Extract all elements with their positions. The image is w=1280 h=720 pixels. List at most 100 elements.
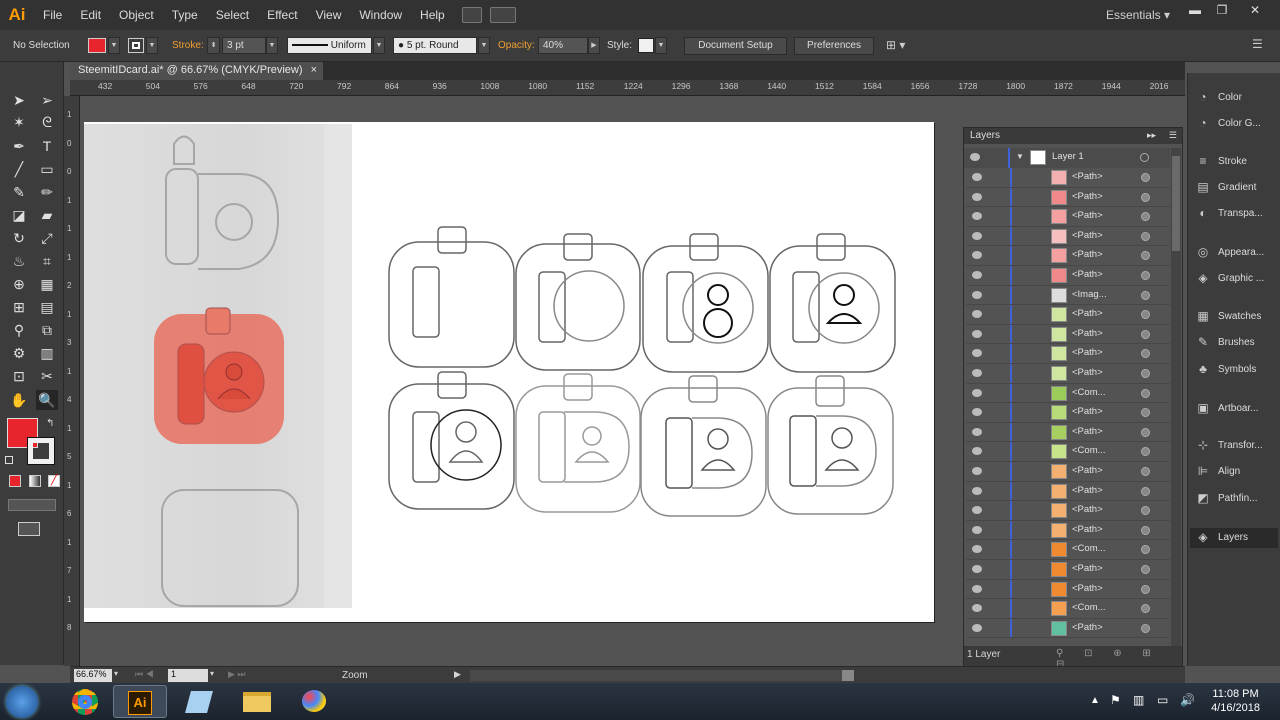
artboard[interactable]	[84, 122, 934, 622]
network-icon[interactable]: ▥	[1133, 693, 1144, 707]
target-icon[interactable]	[1141, 486, 1150, 496]
visibility-eye-icon[interactable]	[972, 388, 982, 397]
visibility-eye-icon[interactable]	[972, 173, 982, 181]
stroke-dropdown[interactable]: ▼	[146, 37, 158, 54]
perspective-grid-icon[interactable]: ▦	[36, 274, 58, 294]
symbol-sprayer-icon[interactable]: ⚙	[8, 343, 30, 363]
menu-edit[interactable]: Edit	[71, 0, 110, 30]
target-icon[interactable]	[1141, 369, 1150, 378]
stroke-weight-dropdown[interactable]: ▼	[266, 37, 278, 54]
layer-name[interactable]: <Imag...	[1072, 289, 1107, 300]
chrome-taskbar-icon[interactable]	[58, 685, 112, 718]
menu-type[interactable]: Type	[163, 0, 207, 30]
visibility-eye-icon[interactable]	[972, 310, 982, 319]
target-icon[interactable]	[1141, 388, 1150, 398]
rotate-tool-icon[interactable]: ↻	[8, 228, 30, 248]
horizontal-scroll-thumb[interactable]	[842, 670, 854, 681]
target-icon[interactable]	[1141, 427, 1150, 437]
type-tool-icon[interactable]: T	[36, 136, 58, 156]
visibility-eye-icon[interactable]	[970, 153, 980, 161]
target-icon[interactable]	[1141, 290, 1150, 300]
dock-transpa[interactable]: ◐ Transpa...	[1196, 204, 1280, 224]
layer-row[interactable]: <Com...	[966, 442, 1170, 462]
layer-name[interactable]: <Path>	[1072, 504, 1103, 515]
hand-tool-icon[interactable]: ✋	[8, 390, 30, 410]
visibility-eye-icon[interactable]	[972, 584, 982, 593]
lasso-icon[interactable]: ᘓ	[36, 112, 58, 132]
layer-name[interactable]: <Com...	[1072, 543, 1106, 554]
target-icon[interactable]	[1141, 408, 1150, 418]
target-icon[interactable]	[1141, 623, 1150, 633]
layer-row[interactable]: <Path>	[966, 226, 1170, 247]
restore-button[interactable]: ❐	[1210, 3, 1234, 19]
visibility-eye-icon[interactable]	[972, 525, 982, 534]
document-tab[interactable]: SteemitIDcard.ai* @ 66.67% (CMYK/Preview…	[70, 62, 323, 80]
dock-symbols[interactable]: ♣ Symbols	[1196, 360, 1280, 380]
visibility-eye-icon[interactable]	[972, 623, 982, 632]
selection-tool-icon[interactable]: ➤	[8, 90, 30, 110]
visibility-eye-icon[interactable]	[972, 369, 982, 377]
artboard-number-field[interactable]: 1	[168, 669, 208, 682]
target-icon[interactable]	[1141, 506, 1150, 516]
layer-row[interactable]: <Com...	[966, 599, 1170, 619]
expand-layer-icon[interactable]: ▼	[1016, 152, 1024, 161]
action-center-icon[interactable]: ⚑	[1110, 693, 1121, 707]
layer-row[interactable]: <Com...	[966, 540, 1170, 560]
dock-color-g[interactable]: ◔ Color G...	[1196, 114, 1280, 134]
artboard-tool-icon[interactable]: ⊡	[8, 366, 30, 386]
variable-width-profile[interactable]: Uniform	[287, 37, 372, 54]
visibility-eye-icon[interactable]	[972, 212, 982, 221]
slice-tool-icon[interactable]: ✂	[36, 366, 58, 386]
target-icon[interactable]	[1141, 545, 1150, 555]
sketch-image[interactable]	[84, 124, 352, 608]
layer-name[interactable]: <Path>	[1072, 406, 1103, 417]
gradient-tool-icon[interactable]: ▤	[36, 297, 58, 317]
layer-name[interactable]: Layer 1	[1052, 151, 1084, 162]
layer-row[interactable]: <Path>	[966, 462, 1170, 482]
swap-colors-icon[interactable]: ↰	[46, 418, 54, 429]
dock-brushes[interactable]: ✎ Brushes	[1196, 333, 1280, 353]
target-icon[interactable]	[1141, 604, 1150, 614]
menu-effect[interactable]: Effect	[258, 0, 306, 30]
start-button[interactable]	[6, 686, 38, 718]
layer-row[interactable]: <Path>	[966, 520, 1170, 541]
gradient-mode-icon[interactable]	[29, 475, 41, 487]
layer-row[interactable]: <Com...	[966, 383, 1170, 404]
visibility-eye-icon[interactable]	[972, 251, 982, 260]
panel-menu-icon[interactable]: ☰	[1169, 130, 1177, 141]
target-icon[interactable]	[1141, 251, 1150, 261]
menu-help[interactable]: Help	[411, 0, 454, 30]
rectangle-tool-icon[interactable]: ▭	[36, 159, 58, 179]
mesh-tool-icon[interactable]: ⊞	[8, 297, 30, 317]
vertical-ruler[interactable]: 1 0 0 1 1 1 2 1 3 1 4 1 5 1 6 1 7 1 8	[64, 96, 80, 666]
target-icon[interactable]	[1141, 173, 1150, 182]
pencil-icon[interactable]: ✏	[36, 182, 58, 202]
layer-name[interactable]: <Com...	[1072, 387, 1106, 398]
target-icon[interactable]	[1141, 447, 1150, 457]
direct-selection-tool-icon[interactable]: ➢	[36, 90, 58, 110]
magic-wand-icon[interactable]: ✶	[8, 112, 30, 132]
eraser-icon[interactable]: ▰	[36, 205, 58, 225]
target-icon[interactable]	[1141, 584, 1150, 594]
layer-1-row[interactable]: ▼ Layer 1	[964, 148, 1170, 168]
layer-row[interactable]: <Path>	[966, 560, 1170, 580]
clock[interactable]: 11:08 PM 4/16/2018	[1211, 687, 1260, 715]
zoom-tool-icon[interactable]: 🔍	[36, 390, 58, 410]
menu-window[interactable]: Window	[350, 0, 411, 30]
menu-object[interactable]: Object	[110, 0, 163, 30]
layer-row[interactable]: <Path>	[966, 501, 1170, 521]
style-dropdown[interactable]: ▼	[655, 37, 667, 54]
color-mode-icon[interactable]	[9, 475, 21, 487]
dock-transfor[interactable]: ⊹ Transfor...	[1196, 436, 1280, 456]
screen-mode-icon[interactable]	[18, 522, 40, 536]
layer-name[interactable]: <Path>	[1072, 563, 1103, 574]
show-hidden-icons[interactable]: ▲	[1090, 695, 1100, 706]
horizontal-scrollbar[interactable]	[470, 670, 854, 681]
dock-layers[interactable]: ◈ Layers	[1190, 528, 1278, 548]
visibility-eye-icon[interactable]	[972, 506, 982, 515]
illustrator-taskbar-icon[interactable]: Ai	[113, 685, 167, 718]
eyedropper-icon[interactable]: ⚲	[8, 320, 30, 340]
target-icon[interactable]	[1141, 271, 1150, 280]
layer-row[interactable]: <Path>	[966, 618, 1170, 639]
stroke-label[interactable]: Stroke:	[172, 40, 204, 51]
